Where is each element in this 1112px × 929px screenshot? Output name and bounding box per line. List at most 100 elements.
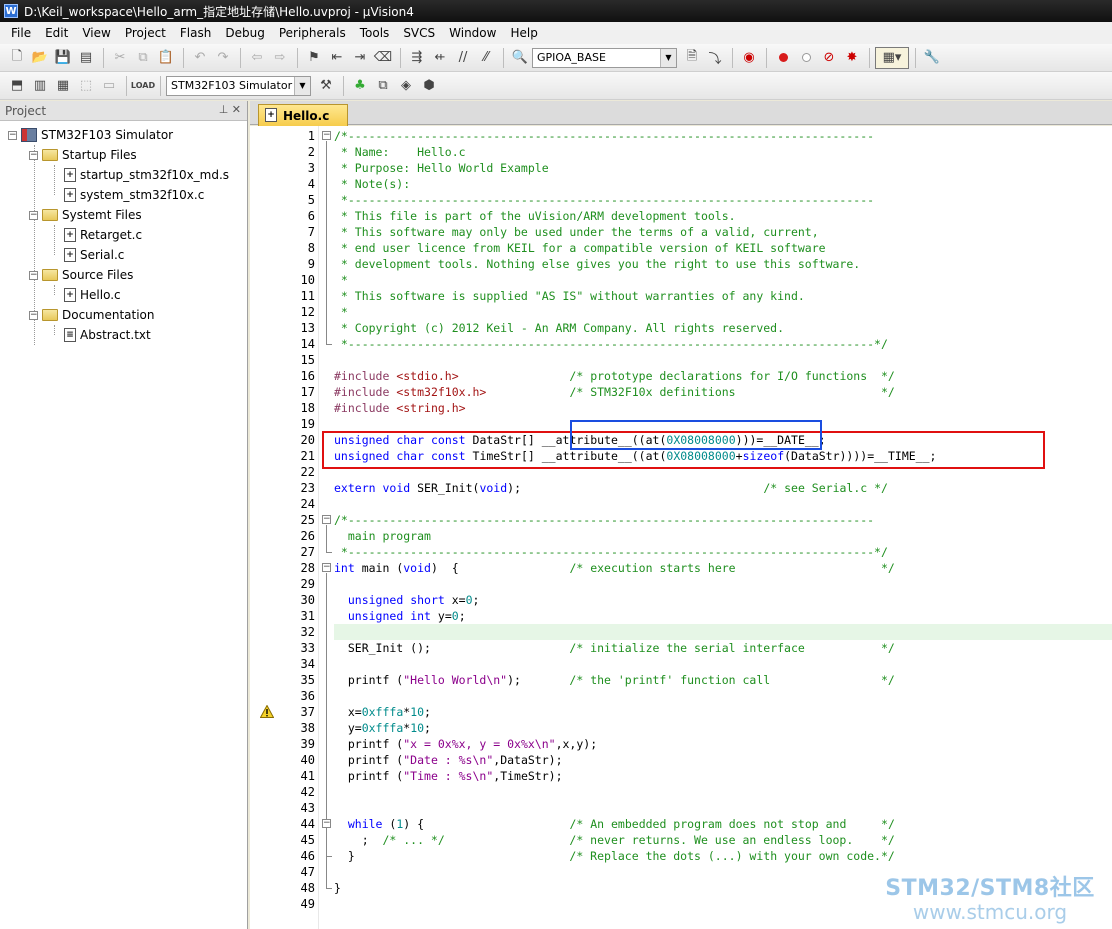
code-line[interactable]: * This software is supplied "AS IS" with… [334, 288, 1112, 304]
tree-group-source[interactable]: − Source Files [29, 265, 133, 285]
menu-file[interactable]: File [4, 22, 38, 44]
tree-group-system[interactable]: − Systemt Files [29, 205, 142, 225]
code-line[interactable]: while (1) { /* An embedded program does … [334, 816, 1112, 832]
code-line[interactable]: /*--------------------------------------… [334, 512, 1112, 528]
cut-icon[interactable]: ✂ [109, 47, 131, 69]
manage-components-icon[interactable]: ♣ [349, 75, 371, 97]
target-options-icon[interactable]: ⚒ [315, 75, 337, 97]
target-combo[interactable]: STM32F103 Simulator ▼ [166, 75, 311, 96]
open-file-icon[interactable]: 📂 [29, 47, 51, 69]
find-icon[interactable]: 🗎 [681, 47, 703, 69]
code-line[interactable]: #include <stm32f10x.h> /* STM32F10x defi… [334, 384, 1112, 400]
chevron-down-icon[interactable]: ▼ [660, 48, 676, 67]
menu-view[interactable]: View [75, 22, 117, 44]
code-line[interactable]: * Copyright (c) 2012 Keil - An ARM Compa… [334, 320, 1112, 336]
tree-file[interactable]: + system_stm32f10x.c [64, 185, 204, 205]
menu-debug[interactable]: Debug [218, 22, 271, 44]
code-line[interactable]: #include <stdio.h> /* prototype declarat… [334, 368, 1112, 384]
menu-flash[interactable]: Flash [173, 22, 218, 44]
find-in-files-icon[interactable]: 🔍 [509, 47, 531, 69]
code-line[interactable]: } /* Replace the dots (...) with your ow… [334, 848, 1112, 864]
comment-icon[interactable]: // [452, 47, 474, 69]
code-line[interactable]: unsigned int y=0; [334, 608, 1112, 624]
code-line[interactable]: printf ("Hello World\n"); /* the 'printf… [334, 672, 1112, 688]
tree-group-documentation[interactable]: − Documentation [29, 305, 155, 325]
code-line[interactable]: * This software may only be used under t… [334, 224, 1112, 240]
code-line[interactable]: printf ("Time : %s\n",TimeStr); [334, 768, 1112, 784]
manage-books-icon[interactable]: ⧉ [372, 75, 394, 97]
code-line[interactable]: *---------------------------------------… [334, 544, 1112, 560]
code-line[interactable]: * This file is part of the uVision/ARM d… [334, 208, 1112, 224]
code-editor[interactable]: 1 2 3 4 5 6 7 8 9 10 11 12 13 14 15 16 17 18 19 20 21 22 23 24 2… [250, 126, 1112, 929]
fold-collapse-icon[interactable]: − [322, 563, 331, 572]
rebuild-icon[interactable]: ▦ [52, 75, 74, 97]
save-all-icon[interactable]: ▤ [75, 47, 97, 69]
tree-file[interactable]: + Hello.c [64, 285, 121, 305]
collapse-icon[interactable]: − [8, 130, 17, 140]
code-line[interactable] [334, 624, 1112, 640]
batch-build-icon[interactable]: ⬚ [75, 75, 97, 97]
tab-hello-c[interactable]: + Hello.c [258, 104, 348, 126]
incremental-find-icon[interactable]: ⤵ [704, 47, 726, 69]
bookmark-icon[interactable]: ⚑ [303, 47, 325, 69]
code-line[interactable]: *---------------------------------------… [334, 336, 1112, 352]
code-line[interactable]: int main (void) { /* execution starts he… [334, 560, 1112, 576]
tree-file[interactable]: + Serial.c [64, 245, 124, 265]
stop-build-icon[interactable]: ▭ [98, 75, 120, 97]
code-line[interactable]: ; /* ... */ /* never returns. We use an … [334, 832, 1112, 848]
menu-tools[interactable]: Tools [353, 22, 397, 44]
select-packs-icon[interactable]: ◈ [395, 75, 417, 97]
code-line[interactable]: printf ("Date : %s\n",DataStr); [334, 752, 1112, 768]
uncomment-icon[interactable]: ⁄⁄ [475, 47, 497, 69]
code-line[interactable]: y=0xfffa*10; [334, 720, 1112, 736]
code-line[interactable]: * Purpose: Hello World Example [334, 160, 1112, 176]
kill-breakpoints-icon[interactable]: ✸ [841, 47, 863, 69]
code-line[interactable]: * [334, 272, 1112, 288]
code-line[interactable]: *---------------------------------------… [334, 192, 1112, 208]
code-line[interactable]: * Note(s): [334, 176, 1112, 192]
code-line[interactable]: extern void SER_Init(void); /* see Seria… [334, 480, 1112, 496]
collapse-icon[interactable]: − [29, 310, 38, 320]
code-line[interactable]: * end user licence from KEIL for a compa… [334, 240, 1112, 256]
panel-pin-close-icon[interactable]: ⊥ ✕ [219, 103, 241, 116]
software-packs-icon[interactable]: ⬢ [418, 75, 440, 97]
insert-breakpoint-icon[interactable] [772, 47, 794, 69]
menu-edit[interactable]: Edit [38, 22, 75, 44]
menu-svcs[interactable]: SVCS [396, 22, 442, 44]
copy-icon[interactable]: ⧉ [132, 47, 154, 69]
tree-root[interactable]: − STM32F103 Simulator [8, 125, 173, 145]
configure-icon[interactable]: 🔧 [921, 47, 943, 69]
tree-file[interactable]: ≡ Abstract.txt [64, 325, 151, 345]
menu-peripherals[interactable]: Peripherals [272, 22, 353, 44]
code-line[interactable]: SER_Init (); /* initialize the serial in… [334, 640, 1112, 656]
tree-file[interactable]: + startup_stm32f10x_md.s [64, 165, 229, 185]
fold-collapse-icon[interactable]: − [322, 515, 331, 524]
enable-breakpoint-icon[interactable] [795, 47, 817, 69]
code-line[interactable] [334, 656, 1112, 672]
collapse-icon[interactable]: − [29, 210, 38, 220]
code-line[interactable]: * [334, 304, 1112, 320]
code-line[interactable] [334, 576, 1112, 592]
unindent-icon[interactable]: ⇷ [429, 47, 451, 69]
tree-group-startup[interactable]: − Startup Files [29, 145, 137, 165]
find-combo[interactable]: GPIOA_BASE ▼ [532, 47, 677, 68]
menu-window[interactable]: Window [442, 22, 503, 44]
fold-collapse-icon[interactable]: − [322, 819, 331, 828]
translate-icon[interactable]: ⬒ [6, 75, 28, 97]
save-icon[interactable]: 💾 [52, 47, 74, 69]
breakpoint-gutter[interactable] [250, 126, 278, 929]
window-layout-icon[interactable]: ▦▾ [875, 46, 909, 69]
code-line[interactable] [334, 352, 1112, 368]
code-line[interactable]: unsigned short x=0; [334, 592, 1112, 608]
tree-file[interactable]: + Retarget.c [64, 225, 142, 245]
download-load-icon[interactable]: LOAD [131, 75, 155, 97]
nav-forward-icon[interactable]: ⇨ [269, 47, 291, 69]
nav-back-icon[interactable]: ⇦ [246, 47, 268, 69]
code-line[interactable]: printf ("x = 0x%x, y = 0x%x\n",x,y); [334, 736, 1112, 752]
menu-help[interactable]: Help [503, 22, 544, 44]
code-area[interactable]: /*--------------------------------------… [334, 126, 1112, 929]
clear-bookmarks-icon[interactable]: ⌫ [372, 47, 394, 69]
new-file-icon[interactable]: 🗋 [6, 47, 28, 69]
collapse-icon[interactable]: − [29, 270, 38, 280]
debug-session-icon[interactable]: ◉ [738, 47, 760, 69]
